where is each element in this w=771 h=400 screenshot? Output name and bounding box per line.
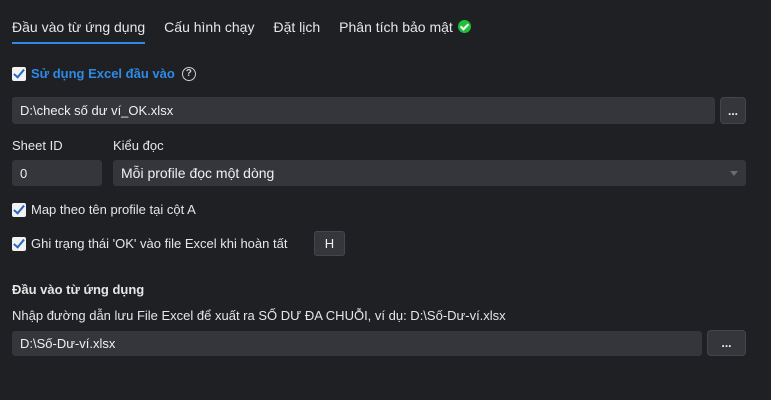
tab-app-input[interactable]: Đầu vào từ ứng dụng (12, 14, 146, 44)
checkbox-checked-icon[interactable] (12, 236, 26, 251)
output-file-path-input[interactable]: D:\Số-Dư-ví.xlsx (12, 331, 702, 356)
read-mode-value: Mỗi profile đọc một dòng (121, 165, 275, 181)
question-circle-icon[interactable]: ? (181, 66, 196, 81)
tab-label: Phân tích bảo mật (339, 19, 453, 35)
status-column-input[interactable]: H (314, 231, 345, 256)
sheet-id-input[interactable]: 0 (12, 160, 102, 186)
excel-file-path-input[interactable]: D:\check số dư ví_OK.xlsx (12, 97, 715, 124)
tab-bar: Đầu vào từ ứng dụng Cấu hình chạy Đặt lị… (12, 14, 490, 44)
tab-schedule[interactable]: Đặt lịch (273, 14, 320, 44)
read-mode-label: Kiểu đọc (113, 138, 164, 153)
tab-label: Đầu vào từ ứng dụng (12, 19, 146, 35)
browse-excel-button[interactable]: ... (720, 97, 746, 124)
browse-label: ... (727, 103, 738, 118)
tab-run-config[interactable]: Cấu hình chạy (164, 14, 254, 44)
sheet-id-value: 0 (20, 165, 28, 181)
check-circle-icon (457, 20, 471, 33)
settings-panel: Đầu vào từ ứng dụng Cấu hình chạy Đặt lị… (0, 0, 771, 400)
chevron-down-icon (730, 171, 738, 176)
map-profile-label: Map theo tên profile tại cột A (31, 202, 196, 217)
write-status-checkbox[interactable]: Ghi trạng thái 'OK' vào file Excel khi h… (12, 236, 287, 251)
tab-label: Cấu hình chạy (164, 19, 255, 35)
output-file-path-value: D:\Số-Dư-ví.xlsx (20, 336, 116, 351)
read-mode-select[interactable]: Mỗi profile đọc một dòng (113, 160, 746, 186)
use-excel-label: Sử dụng Excel đầu vào (31, 66, 175, 81)
excel-file-path-value: D:\check số dư ví_OK.xlsx (20, 103, 174, 118)
status-column-value: H (324, 236, 335, 251)
browse-label: ... (721, 336, 732, 350)
use-excel-checkbox[interactable]: Sử dụng Excel đầu vào ? (12, 66, 196, 81)
app-input-section-title: Đầu vào từ ứng dụng (12, 282, 145, 297)
tab-security-analysis[interactable]: Phân tích bảo mật (339, 14, 471, 44)
browse-output-button[interactable]: ... (707, 330, 746, 356)
map-profile-checkbox[interactable]: Map theo tên profile tại cột A (12, 202, 196, 217)
sheet-id-label: Sheet ID (12, 138, 63, 153)
write-status-label: Ghi trạng thái 'OK' vào file Excel khi h… (31, 236, 288, 251)
app-input-description: Nhập đường dẫn lưu File Excel để xuất ra… (12, 308, 506, 323)
checkbox-checked-icon[interactable] (12, 202, 26, 217)
tab-label: Đặt lịch (273, 19, 321, 35)
checkbox-checked-icon[interactable] (12, 66, 26, 81)
